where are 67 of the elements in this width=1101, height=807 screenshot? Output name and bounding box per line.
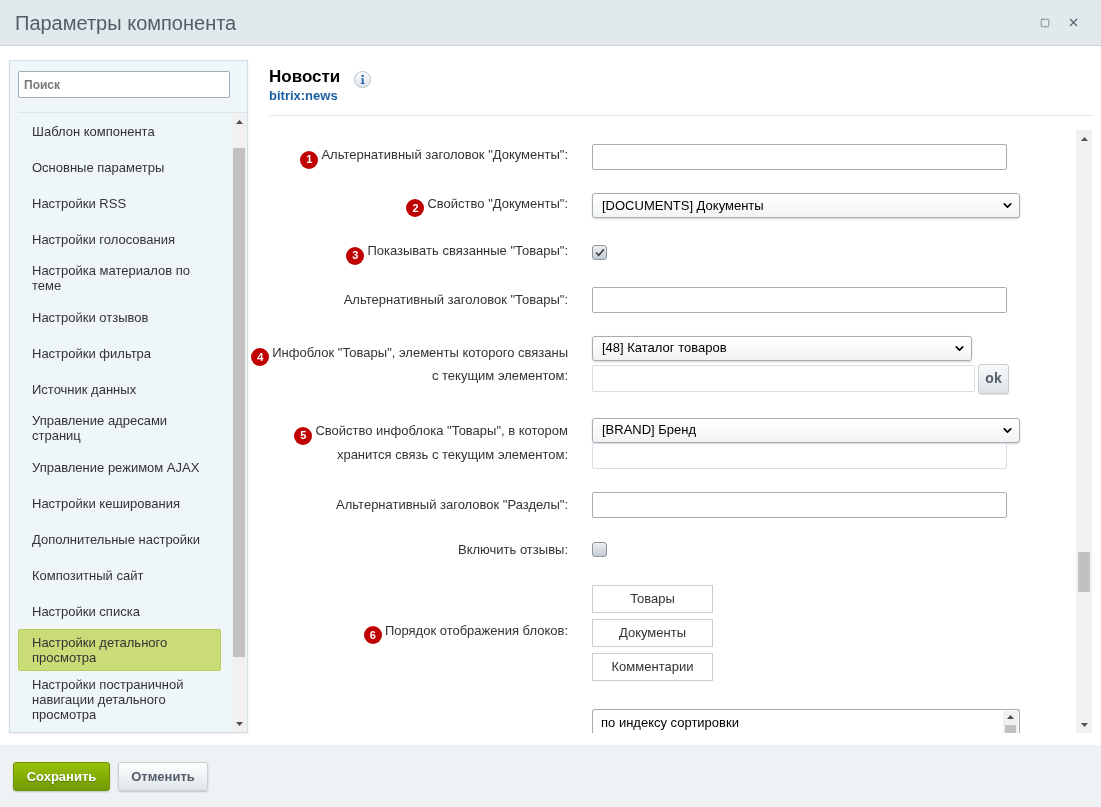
field-label: Свойство "Документы":: [427, 195, 568, 211]
scrollbar[interactable]: [1076, 130, 1092, 733]
sidebar-item[interactable]: Настройки кеширования: [18, 485, 221, 521]
field-label: Свойство инфоблока "Товары", в котором хранится связь с текущим элементом:: [315, 423, 568, 462]
scrollbar-thumb[interactable]: [1005, 725, 1016, 733]
listbox[interactable]: по индексу сортировки: [592, 708, 1020, 733]
scrollbar[interactable]: [232, 113, 246, 732]
scroll-down-arrow-icon[interactable]: [1080, 722, 1088, 727]
scroll-up-arrow-icon[interactable]: [235, 119, 243, 124]
number-marker: 1: [300, 150, 319, 169]
sidebar-item[interactable]: Композитный сайт: [18, 557, 221, 593]
field-label: Показывать связанные "Товары":: [367, 243, 568, 258]
number-marker: 6: [363, 626, 382, 645]
number-marker: 3: [346, 246, 365, 265]
text-field[interactable]: [592, 365, 975, 392]
listbox-option[interactable]: по индексу сортировки: [593, 709, 1003, 731]
dropdown[interactable]: [BRAND] Бренд: [592, 417, 1020, 443]
order-item-button[interactable]: Товары: [592, 584, 713, 613]
sidebar-item[interactable]: Дополнительные настройки: [18, 521, 221, 557]
sidebar-item[interactable]: Настройки списка: [18, 593, 221, 629]
field-label: Включить отзывы:: [458, 541, 568, 557]
order-item-button[interactable]: Документы: [592, 618, 713, 647]
number-marker: 2: [406, 199, 425, 218]
number-marker: 5: [294, 426, 313, 445]
text-field[interactable]: [592, 442, 1007, 469]
field-label: Альтернативный заголовок "Разделы":: [336, 496, 568, 512]
scrollbar-thumb[interactable]: [1078, 552, 1090, 592]
maximize-icon[interactable]: [1040, 17, 1050, 28]
component-code-link[interactable]: bitrix:news: [269, 88, 338, 104]
sidebar-item[interactable]: Настройки RSS: [18, 185, 221, 221]
scrollbar[interactable]: [1003, 710, 1018, 733]
scroll-up-arrow-icon[interactable]: [1080, 136, 1088, 141]
checkbox[interactable]: [592, 245, 607, 261]
sidebar-item[interactable]: Шаблон компонента: [18, 113, 221, 149]
checkbox[interactable]: [592, 542, 607, 557]
scroll-up-arrow-icon[interactable]: [1007, 715, 1014, 720]
sidebar-item[interactable]: Настройки отзывов: [18, 299, 221, 335]
field-label: Альтернативный заголовок "Документы":: [321, 147, 568, 163]
close-icon[interactable]: [1067, 16, 1080, 29]
order-item-button[interactable]: Комментарии: [592, 652, 713, 681]
sidebar-item[interactable]: Источник данных: [18, 371, 221, 407]
dropdown[interactable]: [48] Каталог товаров: [592, 335, 972, 361]
check-icon: [594, 248, 605, 258]
cancel-button[interactable]: Отменить: [118, 762, 208, 791]
search-field[interactable]: Поиск: [18, 71, 230, 98]
text-field[interactable]: [592, 286, 1007, 313]
field-label: Порядок отображения блоков:: [384, 622, 568, 638]
text-field[interactable]: [592, 491, 1007, 518]
dropdown[interactable]: [DOCUMENTS] Документы: [592, 193, 1020, 218]
field-label: Инфоблок "Товары", элементы которого связаны с текущим элементом:: [272, 344, 568, 384]
scroll-down-arrow-icon[interactable]: [235, 721, 243, 726]
info-icon[interactable]: [354, 70, 372, 88]
sidebar-item[interactable]: Настройки голосования: [18, 221, 221, 257]
component-title: Новости: [269, 66, 341, 88]
sidebar-item[interactable]: Основные параметры: [18, 149, 221, 185]
window-title: Параметры компонента: [15, 10, 237, 36]
ok-button[interactable]: ok: [978, 363, 1009, 394]
text-field[interactable]: [592, 144, 1007, 170]
sidebar-item[interactable]: Настройки детального просмотра: [18, 629, 221, 671]
sidebar-item[interactable]: Настройка материалов по теме: [18, 257, 221, 299]
sidebar-item[interactable]: Управление адресами страниц: [18, 407, 221, 449]
sidebar-item[interactable]: Настройки постраничной навигации детального просмотра: [18, 671, 221, 728]
sidebar-item[interactable]: Управление режимом AJAX: [18, 449, 221, 485]
scrollbar-thumb[interactable]: [233, 148, 245, 657]
field-label: Альтернативный заголовок "Товары":: [343, 291, 568, 307]
sidebar-item[interactable]: Настройки фильтра: [18, 335, 221, 371]
number-marker: 4: [251, 348, 270, 367]
